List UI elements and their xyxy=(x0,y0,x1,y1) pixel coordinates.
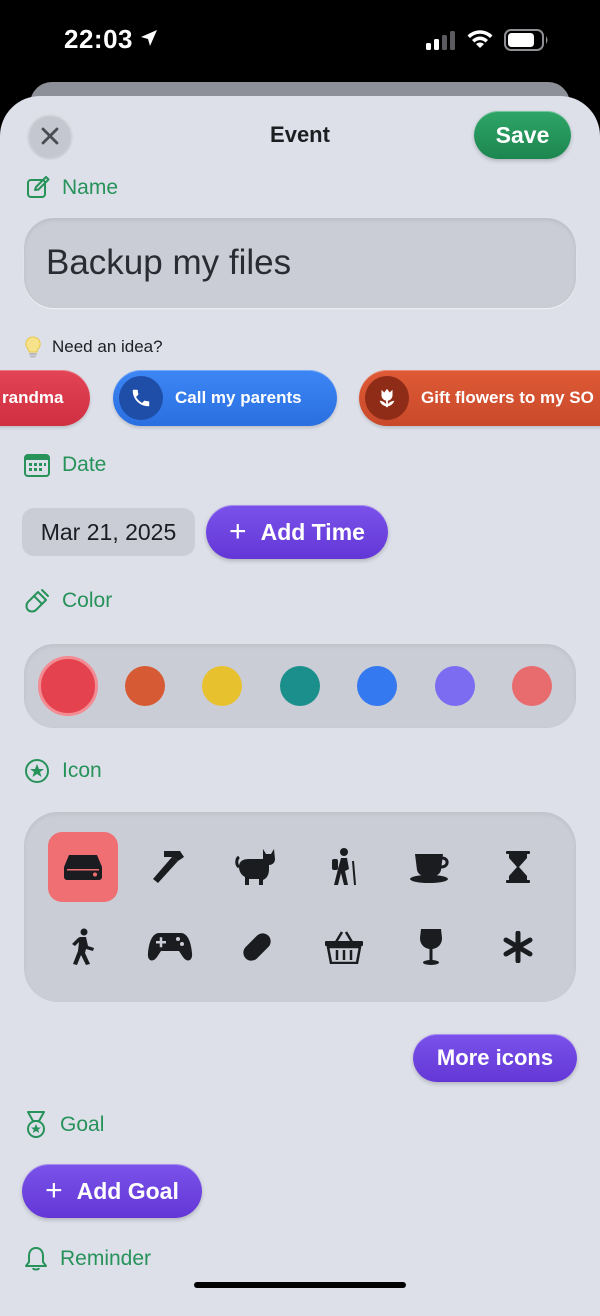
goal-section-label: Goal xyxy=(24,1111,104,1139)
goal-label: Goal xyxy=(60,1113,105,1136)
idea-hint-label: Need an idea? xyxy=(52,337,163,356)
color-swatch-orange[interactable] xyxy=(125,666,165,706)
suggestion-call-parents[interactable]: Call my parents xyxy=(113,370,337,426)
calendar-icon xyxy=(24,454,50,477)
gamepad-icon[interactable] xyxy=(135,912,205,982)
status-time: 22:03 xyxy=(64,24,133,54)
suggestion-label: randma xyxy=(2,388,64,407)
bell-icon xyxy=(25,1247,47,1271)
bandage-icon[interactable] xyxy=(222,912,292,982)
icon-grid xyxy=(24,812,576,1002)
icon-section-label: Icon xyxy=(24,758,102,784)
color-swatch-teal[interactable] xyxy=(280,666,320,706)
name-section-label: Name xyxy=(26,176,118,200)
plus-icon: + xyxy=(45,1174,63,1207)
reminder-section-label: Reminder xyxy=(24,1246,151,1272)
more-icons-button[interactable]: More icons xyxy=(413,1034,577,1082)
wine-glass-icon[interactable] xyxy=(396,912,466,982)
color-swatch-purple[interactable] xyxy=(435,666,475,706)
reminder-label: Reminder xyxy=(60,1247,152,1270)
drive-icon[interactable] xyxy=(48,832,118,902)
add-goal-button[interactable]: + Add Goal xyxy=(22,1164,202,1218)
color-swatch-pink[interactable] xyxy=(512,666,552,706)
star-circle-icon xyxy=(25,759,49,783)
color-swatch-red[interactable] xyxy=(38,656,98,716)
cup-icon[interactable] xyxy=(396,832,466,902)
lightbulb-icon xyxy=(25,336,41,358)
location-arrow-icon xyxy=(139,28,159,53)
name-input-value: Backup my files xyxy=(46,243,292,282)
phone-icon xyxy=(119,376,163,420)
hourglass-icon[interactable] xyxy=(483,832,553,902)
name-label: Name xyxy=(62,176,119,199)
idea-hint: Need an idea? xyxy=(24,336,163,358)
suggestion-label: Gift flowers to my SO xyxy=(421,388,594,407)
medal-icon xyxy=(27,1111,45,1138)
save-button[interactable]: Save xyxy=(474,111,571,159)
cat-icon[interactable] xyxy=(222,832,292,902)
basket-icon[interactable] xyxy=(309,912,379,982)
date-section-label: Date xyxy=(24,453,106,477)
color-swatch-yellow[interactable] xyxy=(202,666,242,706)
suggestion-label: Call my parents xyxy=(175,388,302,407)
date-picker[interactable]: Mar 21, 2025 xyxy=(22,508,195,556)
add-time-button[interactable]: + Add Time xyxy=(206,505,388,559)
color-palette xyxy=(24,644,576,728)
event-sheet: Event Save Name Backup my files Need an … xyxy=(0,96,600,1316)
tulip-icon xyxy=(365,376,409,420)
date-label: Date xyxy=(62,453,107,476)
color-section-label: Color xyxy=(24,588,112,614)
walking-icon[interactable] xyxy=(48,912,118,982)
date-value: Mar 21, 2025 xyxy=(40,518,177,545)
wifi-icon xyxy=(466,28,494,55)
icon-label: Icon xyxy=(62,759,102,782)
add-goal-label: Add Goal xyxy=(76,1177,179,1204)
asterisk-icon[interactable] xyxy=(483,912,553,982)
hiker-icon[interactable] xyxy=(309,832,379,902)
suggestion-gift-flowers[interactable]: Gift flowers to my SO xyxy=(359,370,600,426)
paintbrush-icon xyxy=(25,589,49,613)
cellular-signal-icon xyxy=(426,30,458,55)
add-time-label: Add Time xyxy=(260,518,365,545)
hammer-icon[interactable] xyxy=(135,832,205,902)
plus-icon: + xyxy=(229,515,247,548)
color-label: Color xyxy=(62,589,113,612)
name-input[interactable]: Backup my files xyxy=(24,218,576,308)
status-bar: 22:03 xyxy=(0,0,600,84)
color-swatch-blue[interactable] xyxy=(357,666,397,706)
edit-icon xyxy=(27,176,50,198)
home-indicator[interactable] xyxy=(194,1282,406,1288)
suggestion-grandma[interactable]: randma xyxy=(0,370,90,426)
battery-icon xyxy=(504,29,550,56)
